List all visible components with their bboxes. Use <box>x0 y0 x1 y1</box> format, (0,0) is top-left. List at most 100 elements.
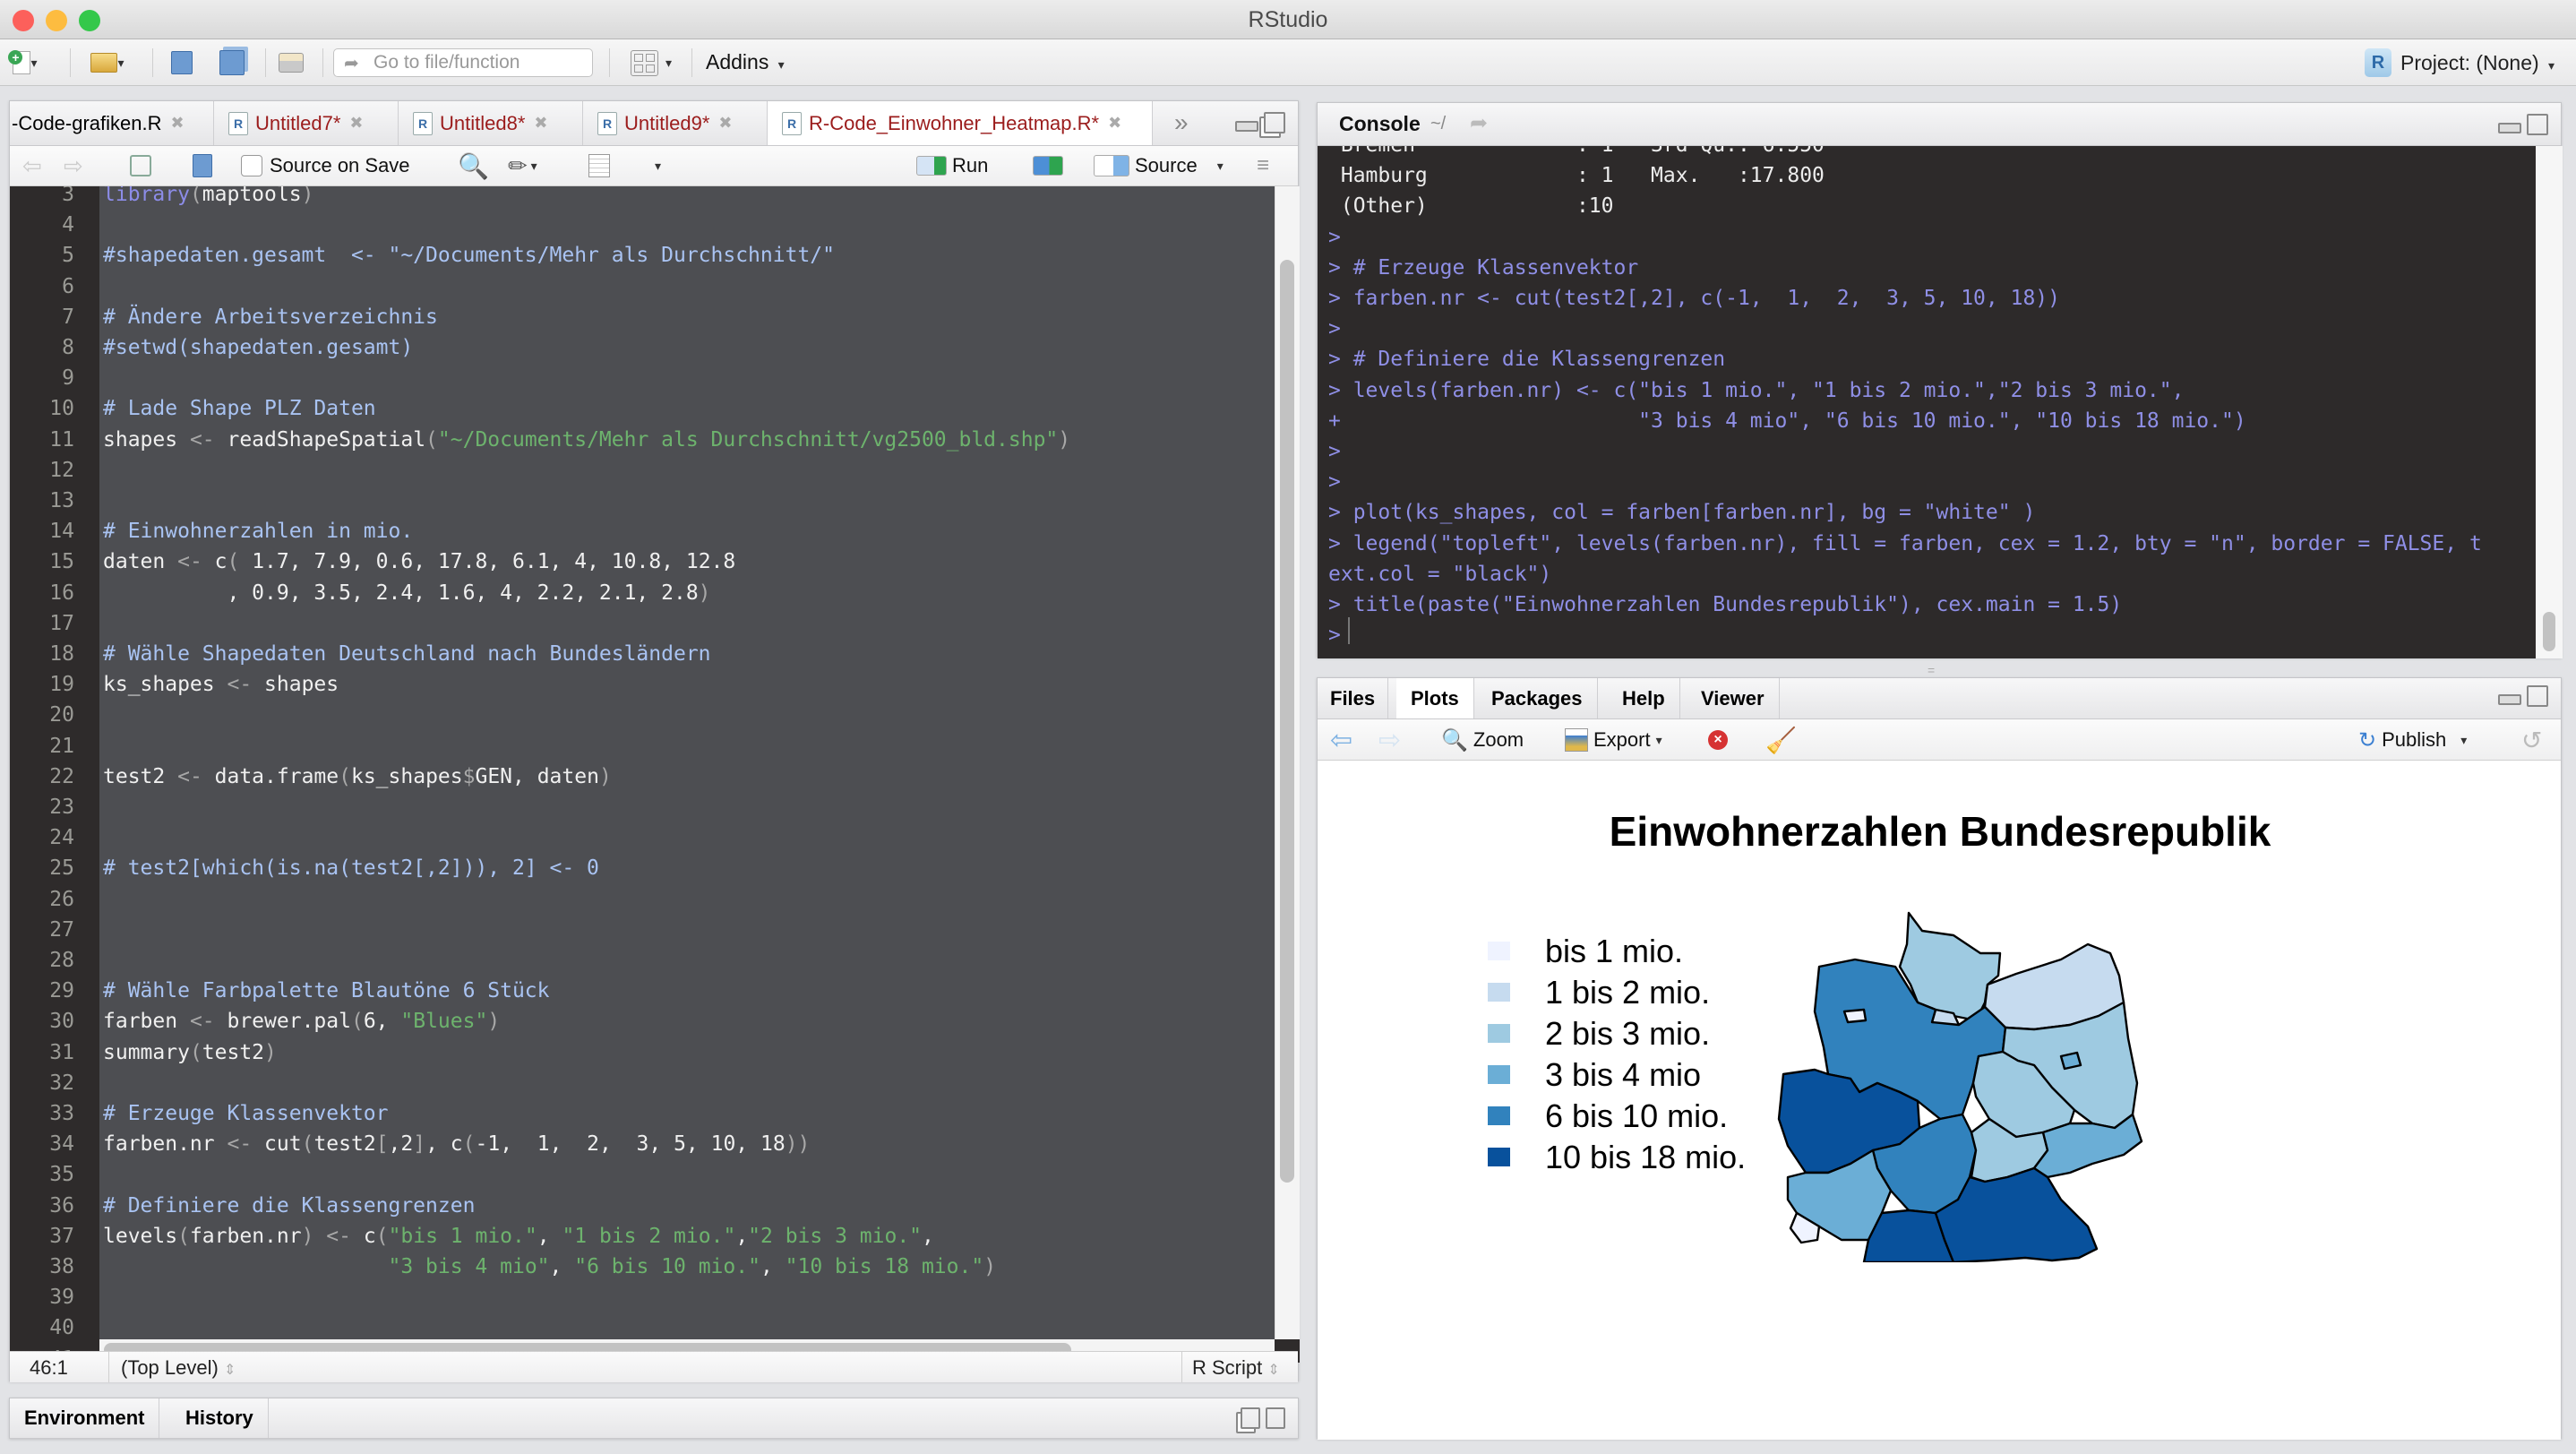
code-line: # test2[which(is.na(test2[,2])), 2] <- 0 <box>103 856 599 881</box>
magic-wand-icon: ✏ <box>508 151 528 179</box>
editor-tab-strip: -Code-grafiken.R ✖ R Untitled7* ✖ R Untitled… <box>10 101 1298 146</box>
more-tabs-icon[interactable]: » <box>1174 108 1189 137</box>
clear-plots-icon[interactable]: 🧹 <box>1765 725 1797 755</box>
maximize-pane-icon[interactable] <box>1266 1407 1285 1429</box>
save-button[interactable] <box>167 50 197 75</box>
next-plot-icon[interactable]: ⇨ <box>1378 725 1401 755</box>
minimize-pane-icon[interactable] <box>2498 123 2521 133</box>
minimize-pane-icon[interactable] <box>2498 694 2521 705</box>
close-tab-icon[interactable]: ✖ <box>171 114 185 133</box>
toolbar-divider <box>265 48 266 77</box>
code-line: "3 bis 4 mio", "6 bis 10 mio.", "10 bis … <box>388 1255 997 1278</box>
console-path[interactable]: ~/ <box>1430 114 1446 134</box>
tab-label: Untitled9* <box>624 111 710 134</box>
tab-history[interactable]: History <box>171 1398 269 1438</box>
go-to-directory-icon[interactable]: ➦ <box>1470 110 1488 136</box>
compile-report-button[interactable] <box>588 151 610 180</box>
tab-label: Files <box>1330 686 1376 710</box>
run-button[interactable]: Run <box>916 151 988 180</box>
console-output[interactable]: Bremen : 1 3rd Qu.: 6.550 Hamburg : 1 Ma… <box>1318 146 2536 658</box>
console-scroll-thumb[interactable] <box>2543 612 2555 651</box>
close-tab-icon[interactable]: ✖ <box>718 114 732 133</box>
close-tab-icon[interactable]: ✖ <box>1108 114 1121 133</box>
export-button[interactable]: Export ▾ <box>1565 725 1662 755</box>
chevron-down-icon: ▾ <box>30 55 38 70</box>
close-tab-icon[interactable]: ✖ <box>349 114 363 133</box>
go-to-file-input[interactable]: Go to file/function <box>333 48 593 77</box>
project-menu-button[interactable]: Project: (None) ▾ <box>2400 51 2555 75</box>
line-number: 17 <box>49 611 74 635</box>
run-label: Run <box>952 154 989 176</box>
open-folder-icon <box>90 53 118 73</box>
remove-plot-button[interactable]: × <box>1708 725 1728 755</box>
notebook-icon <box>588 154 610 177</box>
maximize-pane-icon[interactable] <box>2527 114 2548 135</box>
code-line: farben <- brewer.pal(6, "Blues") <box>103 1010 501 1034</box>
console-command-line: > levels(farben.nr) <- c("bis 1 mio.", "… <box>1328 378 2185 402</box>
show-in-window-button[interactable] <box>130 151 151 180</box>
console-command-line: > # Erzeuge Klassenvektor <box>1328 255 1639 280</box>
tab-untitled8[interactable]: R Untitled8* ✖ <box>399 101 583 145</box>
cursor-position: 46:1 <box>30 1356 68 1379</box>
editor-vertical-scroll-thumb[interactable] <box>1280 260 1294 1183</box>
back-arrow-icon[interactable]: ⇦ <box>22 151 42 180</box>
pane-layout-button[interactable]: ▾ <box>620 49 683 76</box>
publish-button[interactable]: ↻ Publish ▾ <box>2358 725 2467 755</box>
more-options-dropdown[interactable]: ▾ <box>655 151 661 180</box>
restore-pane-icon[interactable] <box>1241 1407 1260 1429</box>
open-file-button[interactable]: ▾ <box>79 50 136 75</box>
find-replace-button[interactable]: 🔍 <box>458 151 489 180</box>
line-number: 37 <box>49 1224 74 1248</box>
maximize-pane-icon[interactable] <box>2527 685 2548 707</box>
save-all-button[interactable] <box>215 50 249 75</box>
code-line: # Erzeuge Klassenvektor <box>103 1102 389 1125</box>
console-scrollbar[interactable] <box>2536 146 2563 658</box>
plots-toolbar: ⇦ ⇨ 🔍 Zoom Export ▾ × 🧹 ↻ Publish ▾ ↺ <box>1318 719 2561 761</box>
tab-label: R-Code_Einwohner_Heatmap.R* <box>809 111 1100 134</box>
document-outline-button[interactable]: ≡ <box>1257 151 1269 180</box>
rerun-button[interactable] <box>1033 151 1063 180</box>
line-number: 4 <box>62 213 74 237</box>
refresh-icon[interactable]: ↺ <box>2521 725 2542 755</box>
addins-menu-button[interactable]: Addins ▾ <box>706 50 785 74</box>
tab-help[interactable]: Help <box>1608 678 1680 718</box>
tab-r-code-einwohner-heatmap[interactable]: R R-Code_Einwohner_Heatmap.R* ✖ <box>768 101 1153 145</box>
r-file-icon: R <box>228 111 248 135</box>
zoom-button[interactable]: 🔍 Zoom <box>1441 725 1524 755</box>
code-tools-button[interactable]: ✏ ▾ <box>508 151 537 180</box>
tab-packages[interactable]: Packages <box>1477 678 1598 718</box>
legend-swatch <box>1488 1148 1510 1166</box>
tab-code-grafiken[interactable]: -Code-grafiken.R ✖ <box>10 101 214 145</box>
code-line: library(maptools) <box>103 186 314 206</box>
tab-environment[interactable]: Environment <box>10 1398 160 1438</box>
file-type-selector[interactable]: R Script ⇕ <box>1192 1356 1280 1380</box>
chevron-down-icon: ▾ <box>1655 732 1662 747</box>
source-on-save-checkbox[interactable]: Source on Save <box>241 151 410 180</box>
code-editor[interactable]: 3 library(maptools) 4 5 #shapedaten.gesamt <… <box>10 186 1275 1351</box>
forward-arrow-icon[interactable]: ⇨ <box>64 151 83 180</box>
line-number: 7 <box>62 305 74 329</box>
pane-splitter-handle[interactable]: = <box>1928 663 1935 677</box>
tab-viewer[interactable]: Viewer <box>1687 678 1780 718</box>
minimize-pane-icon[interactable] <box>1235 121 1258 132</box>
line-number: 8 <box>62 336 74 359</box>
new-file-button[interactable]: + ▾ <box>5 50 45 75</box>
tab-plots[interactable]: Plots <box>1396 678 1474 718</box>
scope-selector[interactable]: (Top Level) ⇕ <box>121 1356 236 1380</box>
tab-label: Untitled7* <box>255 111 341 134</box>
rerun-icon <box>1033 156 1063 176</box>
print-button[interactable] <box>274 50 308 75</box>
line-number: 13 <box>49 489 74 512</box>
code-line: shapes <- readShapeSpatial("~/Documents/… <box>103 427 1071 452</box>
previous-plot-icon[interactable]: ⇦ <box>1330 725 1352 755</box>
save-button[interactable] <box>193 151 212 180</box>
tab-label: Plots <box>1411 686 1459 710</box>
restore-pane-icon[interactable] <box>1264 112 1285 133</box>
tab-label: History <box>185 1407 253 1429</box>
line-number: 32 <box>49 1071 74 1095</box>
tab-untitled7[interactable]: R Untitled7* ✖ <box>214 101 399 145</box>
tab-files[interactable]: Files <box>1318 678 1389 718</box>
tab-untitled9[interactable]: R Untitled9* ✖ <box>583 101 768 145</box>
close-tab-icon[interactable]: ✖ <box>534 114 547 133</box>
source-button[interactable]: Source ▾ <box>1094 151 1224 180</box>
